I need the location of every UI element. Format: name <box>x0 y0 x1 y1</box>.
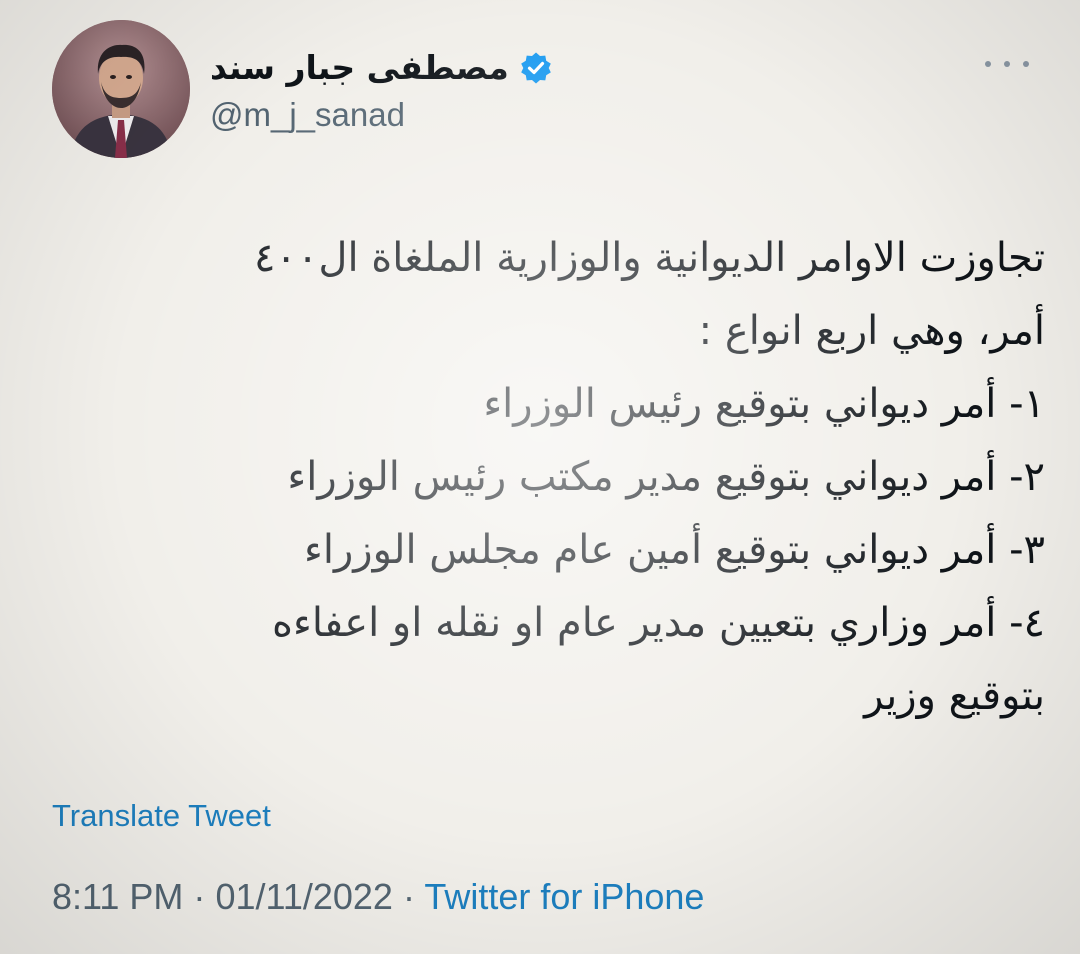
more-dots-icon[interactable] <box>985 52 1029 76</box>
dot <box>1004 61 1010 67</box>
separator: · <box>402 876 415 917</box>
tweet-card: مصطفى جبار سند @m_j_sanad تجاوزت الاوامر… <box>0 0 1080 954</box>
tweet-metadata: 8:11 PM · 01/11/2022 · Twitter for iPhon… <box>52 876 704 918</box>
separator: · <box>193 876 206 917</box>
author-header: مصطفى جبار سند <box>210 44 553 92</box>
tweet-line: ١- أمر ديواني بتوقيع رئيس الوزراء <box>483 381 1045 427</box>
translate-tweet-link[interactable]: Translate Tweet <box>52 798 271 834</box>
tweet-line: أمر، وهي اربع انواع : <box>698 308 1045 354</box>
user-handle[interactable]: @m_j_sanad <box>210 96 405 134</box>
tweet-line: ٣- أمر ديواني بتوقيع أمين عام مجلس الوزر… <box>304 527 1045 573</box>
tweet-time[interactable]: 8:11 PM <box>52 876 183 917</box>
dot <box>985 61 991 67</box>
tweet-date[interactable]: 01/11/2022 <box>215 876 393 917</box>
profile-photo <box>52 20 190 158</box>
tweet-text: تجاوزت الاوامر الديوانية والوزارية الملغ… <box>60 222 1045 733</box>
tweet-line: ٤- أمر وزاري بتعيين مدير عام او نقله او … <box>272 600 1045 646</box>
tweet-line: بتوقيع وزير <box>864 673 1045 719</box>
dot <box>1023 61 1029 67</box>
verified-badge-icon <box>519 51 553 85</box>
tweet-line: ٢- أمر ديواني بتوقيع مدير مكتب رئيس الوز… <box>287 454 1045 500</box>
tweet-line: تجاوزت الاوامر الديوانية والوزارية الملغ… <box>253 235 1045 281</box>
avatar[interactable] <box>52 20 190 158</box>
display-name[interactable]: مصطفى جبار سند <box>210 44 509 92</box>
tweet-source-link[interactable]: Twitter for iPhone <box>424 876 704 917</box>
